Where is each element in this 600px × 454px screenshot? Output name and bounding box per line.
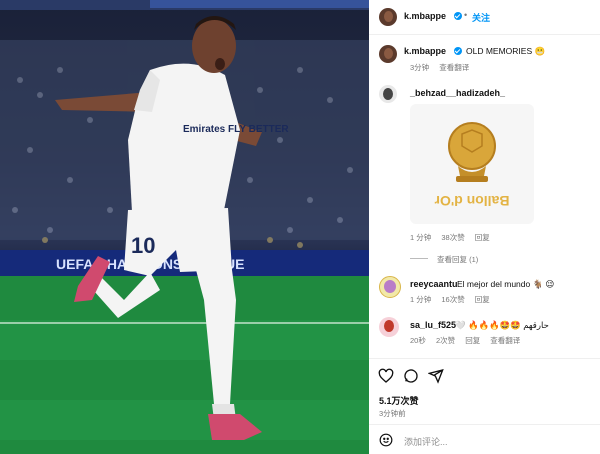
comment-2-time: 1 分钟 <box>410 295 432 304</box>
like-count[interactable]: 5.1万次赞 <box>379 394 419 407</box>
pitch-line <box>0 322 369 324</box>
author-avatar[interactable] <box>379 8 397 26</box>
photo-illustration: UEFA CHAMPIONS LEAGUE Emirates FLY BETTE… <box>0 0 369 454</box>
comment-3-translate-link[interactable]: 查看翻译 <box>490 336 520 345</box>
comment-1-avatar[interactable] <box>379 85 397 103</box>
comment-2-username[interactable]: reeycaantu <box>410 279 458 289</box>
ballon-dor-icon: Ballon d'Or <box>434 122 509 209</box>
verified-badge-icon <box>454 12 462 20</box>
separator-dot: • <box>464 10 468 20</box>
post-photo[interactable]: UEFA CHAMPIONS LEAGUE Emirates FLY BETTE… <box>0 0 369 454</box>
post-time: 3分钟前 <box>379 409 406 418</box>
comment-3-avatar[interactable] <box>379 317 399 337</box>
comment-3-likes[interactable]: 2次赞 <box>436 336 455 345</box>
comment-3-meta: 20秒 2次赞 回复 查看翻译 <box>410 335 528 346</box>
instagram-post-window: UEFA CHAMPIONS LEAGUE Emirates FLY BETTE… <box>0 0 600 454</box>
input-divider <box>369 424 600 425</box>
caption-time: 3分钟 <box>410 63 430 72</box>
comment-1-time: 1 分钟 <box>410 233 432 242</box>
comment-2-avatar[interactable] <box>379 276 401 298</box>
jersey-text: Emirates FLY BETTER <box>183 124 289 135</box>
caption-text: OLD MEMORIES 😬 <box>466 46 546 56</box>
ballon-dor-gif[interactable]: Ballon d'Or <box>410 104 534 224</box>
gif-text: Ballon d'Or <box>434 193 509 209</box>
comment-1-likes[interactable]: 38次赞 <box>441 233 464 242</box>
comment-1-username[interactable]: _behzad__hadizadeh_ <box>410 88 505 98</box>
comment-3-username[interactable]: sa_lu_f525 <box>410 320 456 330</box>
stadium-screen <box>150 0 369 8</box>
actions-divider <box>369 358 600 359</box>
pitch-stripe <box>0 320 369 360</box>
comment-3-reply-button[interactable]: 回复 <box>465 336 480 345</box>
caption-verified-badge-icon <box>454 47 462 55</box>
view-replies-line <box>410 258 428 259</box>
author-name[interactable]: k.mbappe <box>404 11 446 21</box>
comment-2-likes[interactable]: 16次赞 <box>441 295 464 304</box>
pitch-stripe <box>0 400 369 440</box>
view-replies-button[interactable]: 查看回复 (1) <box>437 254 478 265</box>
follow-button[interactable]: 关注 <box>472 11 490 24</box>
comment-1-reply-button[interactable]: 回复 <box>475 233 490 242</box>
caption-author-avatar[interactable] <box>379 45 397 63</box>
comment-1-meta: 1 分钟 38次赞 回复 <box>410 232 498 243</box>
comment-2-text: El mejor del mundo 🐐 😉 <box>457 279 555 289</box>
comment-2-meta: 1 分钟 16次赞 回复 <box>410 294 498 305</box>
comment-2-reply-button[interactable]: 回复 <box>475 295 490 304</box>
comment-3-time: 20秒 <box>410 336 426 345</box>
comment-3-text: 🤍 🔥🔥🔥🤩🤩 حارقهم <box>455 320 549 330</box>
heart-icon[interactable] <box>378 368 394 384</box>
post-side-panel <box>369 0 600 454</box>
comment-icon[interactable] <box>403 368 419 384</box>
caption-translate-link[interactable]: 查看翻译 <box>439 63 469 72</box>
emoji-icon[interactable] <box>379 433 393 447</box>
shirt-number: 10 <box>131 233 155 258</box>
caption-author-name[interactable]: k.mbappe <box>404 46 446 56</box>
share-icon[interactable] <box>427 368 444 384</box>
comment-input[interactable]: 添加评论... <box>404 435 448 448</box>
caption-meta: 3分钟 查看翻译 <box>410 62 477 73</box>
